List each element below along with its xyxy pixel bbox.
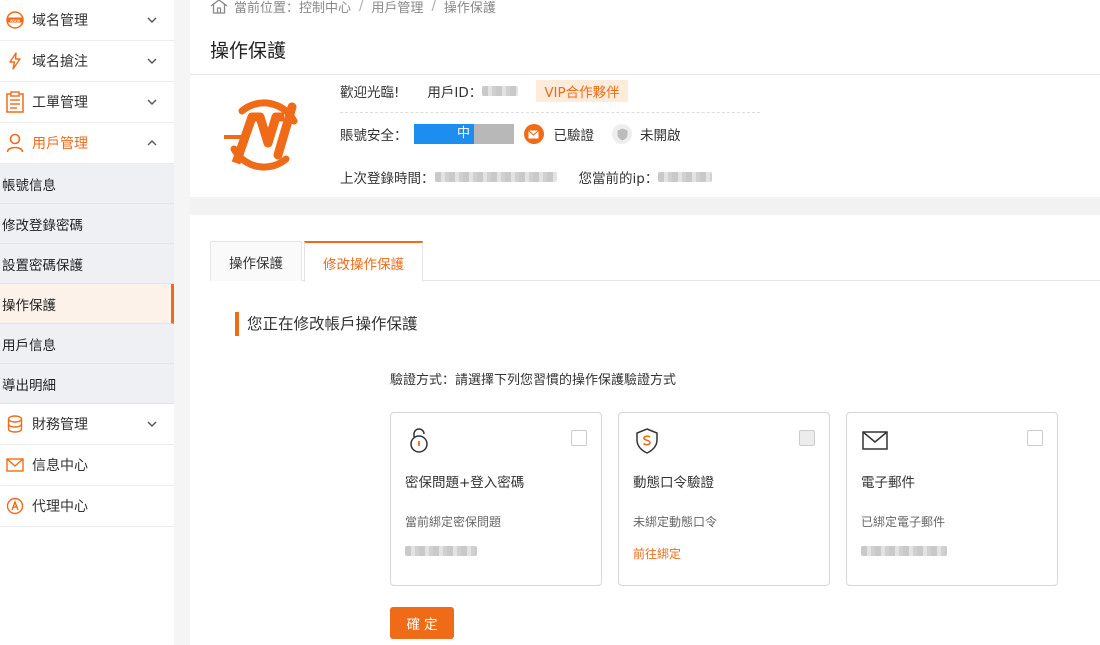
envelope-icon <box>861 427 889 455</box>
security-level-bar: 中 <box>413 124 514 144</box>
sidebar-item-account-info[interactable]: 帳號信息 <box>0 164 174 204</box>
clipboard-icon <box>4 91 26 113</box>
user-icon <box>4 132 26 154</box>
nav-label: 信息中心 <box>32 458 88 474</box>
sidebar-item-user-info[interactable]: 用戶信息 <box>0 324 174 364</box>
card-desc: 當前綁定密保問題 <box>405 515 502 529</box>
nav-message-center[interactable]: 信息中心 <box>0 445 174 486</box>
nav-user-management[interactable]: 用戶管理 <box>0 123 174 164</box>
ip-label: 您當前的ip： <box>578 171 659 187</box>
security-level-text: 中 <box>456 126 470 141</box>
chevron-down-icon <box>140 421 164 427</box>
shield-status: 未開啟 <box>640 128 681 144</box>
chevron-down-icon <box>140 17 164 23</box>
nav-label: 域名搶注 <box>32 54 88 70</box>
profile-panel: 歡迎光臨! 用戶ID： VIP合作夥伴 賬號安全： 中 已驗證 未開啟 上次登錄… <box>190 75 1100 197</box>
email-verified-icon[interactable] <box>523 124 544 144</box>
breadcrumb-item: 操作保護 <box>443 1 496 16</box>
sidebar-item-password-protection[interactable]: 設置密碼保護 <box>0 244 174 284</box>
card-checkbox[interactable] <box>1027 430 1043 446</box>
card-title: 動態口令驗證 <box>633 475 714 491</box>
nav-label: 財務管理 <box>32 417 88 433</box>
breadcrumb-item[interactable]: 控制中心 <box>299 0 351 16</box>
tab-operation-protection[interactable]: 操作保護 <box>210 241 302 281</box>
nav-label: 用戶管理 <box>32 136 88 152</box>
uid-label: 用戶ID： <box>427 85 483 101</box>
sidebar-item-operation-protection[interactable]: 操作保護 <box>0 284 174 324</box>
card-desc: 已綁定電子郵件 <box>861 515 946 529</box>
security-label: 賬號安全： <box>340 128 408 144</box>
chevron-down-icon <box>140 99 164 105</box>
brand-logo <box>222 97 306 173</box>
ip-value-redacted <box>658 172 713 182</box>
sidebar: www 域名管理 域名搶注 工單管理 用戶管理 帳號信息 修改登錄密碼 設置密碼… <box>0 0 174 645</box>
nav-label: 工單管理 <box>32 95 88 111</box>
card-email[interactable]: 電子郵件 已綁定電子郵件 <box>846 412 1058 586</box>
last-login-value-redacted <box>434 172 557 182</box>
section-gap <box>190 197 1100 215</box>
card-value-redacted <box>861 545 947 559</box>
sidebar-item-export-details[interactable]: 導出明細 <box>0 364 174 404</box>
confirm-button[interactable]: 確定 <box>390 607 454 639</box>
breadcrumb-prefix: 當前位置： <box>234 1 300 16</box>
tab-modify-operation-protection[interactable]: 修改操作保護 <box>304 241 423 282</box>
verify-method-tip: 驗證方式：請選擇下列您習慣的操作保護驗證方式 <box>390 373 677 388</box>
lightning-icon <box>4 50 26 72</box>
mail-icon <box>4 454 26 476</box>
agent-icon <box>4 495 26 517</box>
card-security-question[interactable]: 密保問題+登入密碼 當前綁定密保問題 <box>390 412 602 586</box>
welcome-row: 歡迎光臨! 用戶ID： VIP合作夥伴 <box>340 80 628 102</box>
nav-finance-management[interactable]: 財務管理 <box>0 404 174 445</box>
nav-domain-backorder[interactable]: 域名搶注 <box>0 41 174 82</box>
nav-label: 域名管理 <box>32 13 88 29</box>
email-status: 已驗證 <box>553 128 595 144</box>
shield-icon[interactable] <box>612 124 632 144</box>
breadcrumb-item[interactable]: 用戶管理 <box>371 0 423 16</box>
vip-badge: VIP合作夥伴 <box>536 80 628 102</box>
divider <box>340 112 760 113</box>
last-login-label: 上次登錄時間： <box>340 171 435 187</box>
card-dynamic-token[interactable]: 動態口令驗證 未綁定動態口令 前往綁定 <box>618 412 830 586</box>
coins-icon <box>4 413 26 435</box>
home-icon <box>210 0 228 14</box>
chevron-up-icon <box>140 140 164 146</box>
svg-text:www: www <box>10 18 21 23</box>
breadcrumb-separator: / <box>359 0 364 14</box>
sidebar-gutter <box>174 0 190 645</box>
card-checkbox <box>799 430 815 446</box>
breadcrumb: 當前位置： 控制中心 / 用戶管理 / 操作保護 <box>210 0 496 16</box>
security-row: 賬號安全： 中 已驗證 未開啟 <box>340 124 681 144</box>
login-row: 上次登錄時間： 您當前的ip： <box>340 167 713 187</box>
breadcrumb-separator: / <box>431 0 436 14</box>
lock-icon <box>405 427 433 455</box>
nav-agent-center[interactable]: 代理中心 <box>0 486 174 527</box>
bind-now-link[interactable]: 前往綁定 <box>633 545 681 562</box>
www-icon: www <box>4 9 26 31</box>
section-title: 您正在修改帳戶操作保護 <box>235 312 418 336</box>
tab-bar: 操作保護 修改操作保護 <box>210 241 1100 282</box>
card-checkbox[interactable] <box>571 430 587 446</box>
sidebar-item-change-password[interactable]: 修改登錄密碼 <box>0 204 174 244</box>
card-title: 電子郵件 <box>861 475 915 491</box>
nav-label: 代理中心 <box>32 499 88 515</box>
main-content: 當前位置： 控制中心 / 用戶管理 / 操作保護 操作保護 歡迎光臨! 用戶ID… <box>190 0 1100 645</box>
uid-value-redacted <box>482 86 519 96</box>
nav-domain-management[interactable]: www 域名管理 <box>0 0 174 41</box>
verify-method-cards: 密保問題+登入密碼 當前綁定密保問題 動態口令驗證 未綁定動態口令 前往綁定 電… <box>390 412 1074 586</box>
card-desc: 未綁定動態口令 <box>633 515 718 529</box>
card-title: 密保問題+登入密碼 <box>405 475 525 491</box>
welcome-text: 歡迎光臨! <box>340 85 400 101</box>
page-title: 操作保護 <box>210 40 287 62</box>
chevron-down-icon <box>140 58 164 64</box>
nav-ticket-management[interactable]: 工單管理 <box>0 82 174 123</box>
card-value-redacted <box>405 545 477 559</box>
shield-s-icon <box>633 427 661 455</box>
